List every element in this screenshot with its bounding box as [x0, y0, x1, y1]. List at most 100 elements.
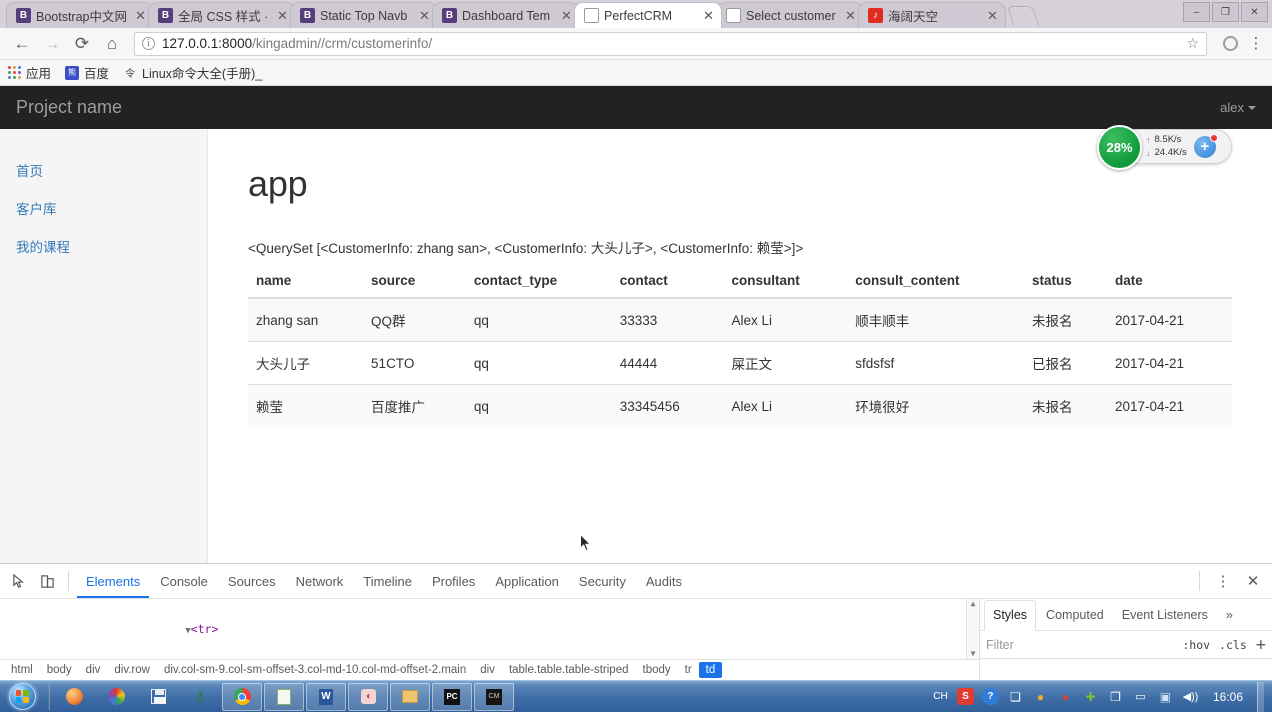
crumb-tbody[interactable]: tbody: [636, 662, 678, 678]
devtools-tab-elements[interactable]: Elements: [77, 564, 149, 598]
sidebar-item-home[interactable]: 首页: [0, 151, 207, 189]
add-widget-button[interactable]: +: [1193, 133, 1218, 158]
minimize-button[interactable]: –: [1183, 2, 1210, 22]
taskbar-item-word[interactable]: W: [306, 682, 346, 711]
monitor-icon[interactable]: ▭: [1132, 688, 1149, 705]
taskbar-item-save[interactable]: [138, 683, 178, 711]
bookmark-linux-commands[interactable]: 令 Linux命令大全(手册)_: [123, 63, 262, 82]
tab-close-icon[interactable]: ✕: [986, 8, 999, 24]
sidebar-tab-styles[interactable]: Styles: [984, 599, 1037, 631]
site-info-icon[interactable]: i: [142, 37, 155, 50]
cpu-usage-dial[interactable]: 28%: [1097, 125, 1142, 170]
user-menu[interactable]: alex: [1220, 100, 1256, 115]
tab-close-icon[interactable]: ✕: [276, 8, 289, 24]
taskbar-item-terminal[interactable]: CM: [474, 682, 514, 711]
start-button[interactable]: [0, 682, 44, 712]
tab-close-icon[interactable]: ✕: [418, 8, 431, 24]
device-toolbar-icon[interactable]: [34, 568, 60, 594]
dom-tree-scrollbar[interactable]: ▲ ▼: [966, 599, 979, 659]
devtools-tab-audits[interactable]: Audits: [637, 564, 691, 598]
table-row[interactable]: zhang san QQ群 qq 33333 Alex Li 顺丰顺丰 未报名 …: [248, 297, 1232, 342]
taskbar-item-chrome[interactable]: [222, 682, 262, 711]
orange-icon[interactable]: ●: [1032, 688, 1049, 705]
show-desktop-button[interactable]: [1257, 681, 1264, 712]
maximize-button[interactable]: ❐: [1212, 2, 1239, 22]
devtools-tab-sources[interactable]: Sources: [219, 564, 285, 598]
browser-menu-icon[interactable]: ⋮: [1248, 36, 1264, 51]
crumb-table[interactable]: table.table.table-striped: [502, 662, 636, 678]
blue-app-icon[interactable]: ▣: [1157, 688, 1174, 705]
devtools-tab-profiles[interactable]: Profiles: [423, 564, 484, 598]
network-speed-widget[interactable]: 28% ↑ 8.5K/s ↓ 24.4K/s +: [1097, 125, 1232, 170]
taskbar-clock[interactable]: 16:06: [1207, 690, 1249, 704]
crumb-html[interactable]: html: [4, 662, 40, 678]
forward-icon[interactable]: →: [38, 30, 66, 58]
sidebar-item-customer-db[interactable]: 客户库: [0, 189, 207, 227]
browser-tab[interactable]: ♪ 海阔天空 ✕: [858, 2, 1006, 28]
devtools-tab-console[interactable]: Console: [151, 564, 217, 598]
browser-tab[interactable]: B Static Top Navb ✕: [290, 2, 438, 28]
ime-indicator[interactable]: CH: [932, 688, 949, 705]
reload-icon[interactable]: ⟳: [68, 30, 96, 58]
app-brand[interactable]: Project name: [16, 97, 122, 118]
new-tab-button[interactable]: [1006, 6, 1040, 26]
styles-filter-input[interactable]: Filter: [986, 638, 1014, 652]
crumb-td[interactable]: td: [698, 662, 723, 678]
tab-close-icon[interactable]: ✕: [844, 8, 857, 24]
scroll-up-icon[interactable]: ▲: [971, 599, 976, 609]
inspect-element-icon[interactable]: [6, 568, 32, 594]
tab-close-icon[interactable]: ✕: [134, 8, 147, 24]
taskbar-item-firefox[interactable]: [54, 683, 94, 711]
address-bar[interactable]: i 127.0.0.1:8000/kingadmin//crm/customer…: [134, 31, 1207, 56]
taskbar-item-notepad[interactable]: [264, 682, 304, 711]
browser-tab[interactable]: B 全局 CSS 样式 · B ✕: [148, 2, 296, 28]
devtools-tab-security[interactable]: Security: [570, 564, 635, 598]
tab-close-icon[interactable]: ✕: [560, 8, 573, 24]
sidebar-tab-event-listeners[interactable]: Event Listeners: [1114, 599, 1216, 630]
red-icon[interactable]: ●: [1057, 688, 1074, 705]
screens-icon[interactable]: ❏: [1007, 688, 1024, 705]
sidebar-item-my-courses[interactable]: 我的课程: [0, 227, 207, 265]
profile-avatar-icon[interactable]: [1223, 36, 1238, 51]
back-icon[interactable]: ←: [8, 30, 36, 58]
green-plus-icon[interactable]: ✚: [1082, 688, 1099, 705]
dom-tree[interactable]: ▼<tr> ...<td>大头儿子</td> == $0 <td>51CTO</…: [0, 599, 979, 659]
taskbar-item-pycharm[interactable]: PC: [432, 682, 472, 711]
table-row[interactable]: 大头儿子 51CTO qq 44444 屎正文 sfdsfsf 已报名 2017…: [248, 341, 1232, 385]
bookmark-star-icon[interactable]: ☆: [1186, 35, 1199, 52]
taskbar-item-key[interactable]: ⚷: [180, 683, 220, 711]
tab-close-icon[interactable]: ✕: [702, 8, 715, 24]
devtools-tab-timeline[interactable]: Timeline: [354, 564, 421, 598]
bookmark-apps[interactable]: 应用: [8, 63, 51, 82]
volume-icon[interactable]: ◀)): [1182, 688, 1199, 705]
table-row[interactable]: 赖莹 百度推广 qq 33345456 Alex Li 环境很好 未报名 201…: [248, 384, 1232, 427]
sidebar-overflow-icon[interactable]: »: [1218, 599, 1241, 630]
taskbar-item-media[interactable]: ◖: [348, 682, 388, 711]
crumb-div-main[interactable]: div.col-sm-9.col-sm-offset-3.col-md-10.c…: [157, 662, 473, 678]
devtools-close-icon[interactable]: ✕: [1240, 568, 1266, 594]
crumb-body[interactable]: body: [40, 662, 79, 678]
sidebar-tab-computed[interactable]: Computed: [1038, 599, 1112, 630]
browser-tab[interactable]: B Bootstrap中文网 ✕: [6, 2, 154, 28]
close-window-button[interactable]: ✕: [1241, 2, 1268, 22]
devtools-tab-application[interactable]: Application: [486, 564, 568, 598]
devtools-tab-network[interactable]: Network: [287, 564, 353, 598]
new-style-rule-icon[interactable]: +: [1256, 635, 1266, 655]
bookmark-baidu[interactable]: 熊 百度: [65, 63, 109, 82]
crumb-div-row[interactable]: div.row: [107, 662, 157, 678]
crumb-div[interactable]: div: [79, 662, 108, 678]
taskbar-item-paint[interactable]: [96, 683, 136, 711]
crumb-tr[interactable]: tr: [678, 662, 699, 678]
dom-line[interactable]: ▼ <tr>: [0, 601, 979, 659]
cls-toggle[interactable]: .cls: [1219, 638, 1247, 652]
home-icon[interactable]: ⌂: [98, 30, 126, 58]
help-icon[interactable]: ?: [981, 688, 999, 705]
taskbar-item-explorer[interactable]: [390, 682, 430, 711]
network-icon[interactable]: ❐: [1107, 688, 1124, 705]
scroll-down-icon[interactable]: ▼: [971, 649, 976, 659]
hov-toggle[interactable]: :hov: [1182, 638, 1210, 652]
browser-tab[interactable]: B Dashboard Tem ✕: [432, 2, 580, 28]
crumb-div-2[interactable]: div: [473, 662, 502, 678]
devtools-more-icon[interactable]: ⋮: [1210, 568, 1236, 594]
browser-tab-active[interactable]: ▤ PerfectCRM ✕: [574, 2, 722, 28]
